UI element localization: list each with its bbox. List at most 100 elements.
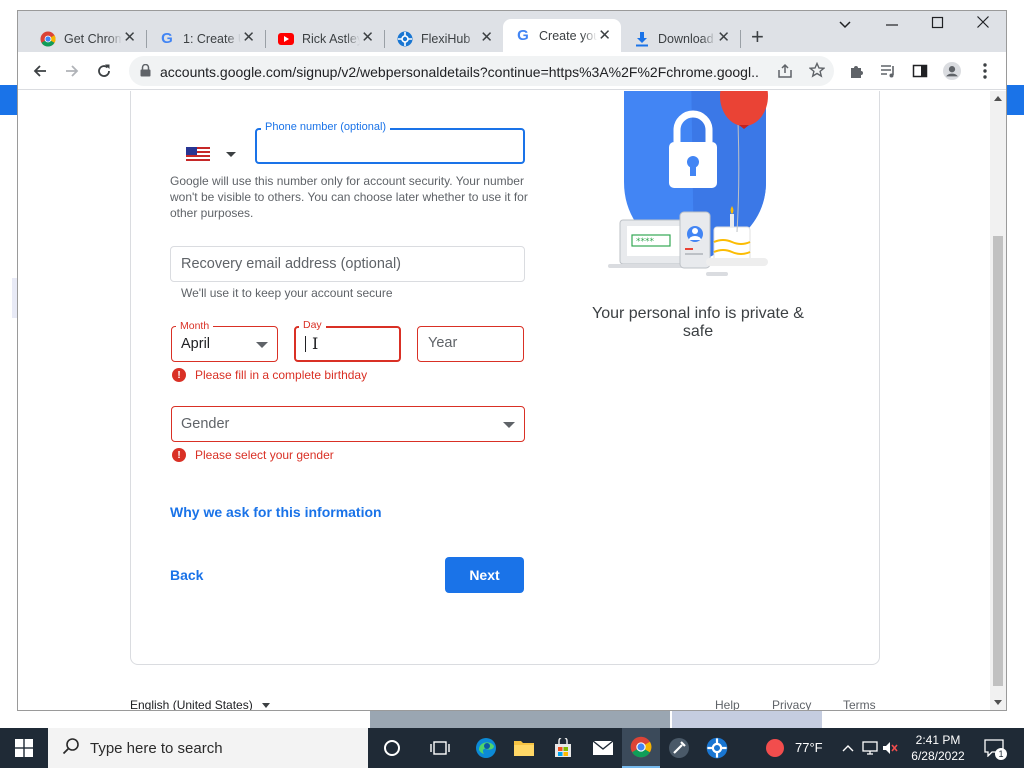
day-field[interactable]: Day I xyxy=(294,319,401,362)
url-text[interactable]: accounts.google.com/signup/v2/webpersona… xyxy=(160,64,760,80)
flexihub-taskbar-icon[interactable] xyxy=(705,736,729,760)
i-beam-cursor-icon: I xyxy=(312,334,319,353)
clock-time: 2:41 PM xyxy=(915,733,961,747)
address-bar[interactable]: accounts.google.com/signup/v2/webpersona… xyxy=(129,56,834,86)
side-panel-icon[interactable] xyxy=(911,62,929,80)
windows-start-icon[interactable] xyxy=(12,736,36,760)
back-arrow-icon[interactable] xyxy=(30,61,50,81)
maximize-button[interactable] xyxy=(931,15,945,33)
tab-download[interactable]: Download ✕ xyxy=(622,25,740,52)
cortana-icon[interactable] xyxy=(380,736,404,760)
page-scrollbar[interactable] xyxy=(990,91,1006,710)
share-icon[interactable] xyxy=(777,63,793,84)
language-selector[interactable]: English (United States) xyxy=(130,698,271,711)
profile-avatar-icon[interactable] xyxy=(943,62,961,80)
close-tab-icon[interactable]: ✕ xyxy=(717,30,730,46)
signup-card: Phone number (optional) Google will use … xyxy=(130,91,880,665)
tab-title: FlexiHub xyxy=(421,31,471,46)
close-tab-icon[interactable]: ✕ xyxy=(480,30,493,46)
back-button[interactable]: Back xyxy=(170,567,203,583)
language-label: English (United States) xyxy=(130,698,253,711)
youtube-icon xyxy=(278,31,294,47)
month-dropdown-icon xyxy=(256,342,268,348)
country-selector[interactable] xyxy=(186,147,236,163)
tab-title: Get Chrome xyxy=(64,31,122,46)
svg-text:****: **** xyxy=(636,237,655,247)
minimize-button[interactable] xyxy=(885,15,899,33)
task-view-icon[interactable] xyxy=(428,736,452,760)
tab-title: Download xyxy=(658,31,714,46)
recovery-email-field[interactable]: Recovery email address (optional) xyxy=(170,246,525,282)
volume-muted-icon[interactable] xyxy=(878,736,902,760)
gender-error: ! Please select your gender xyxy=(172,448,334,462)
lock-icon[interactable] xyxy=(140,63,151,82)
birthday-error: ! Please fill in a complete birthday xyxy=(172,368,367,382)
tab-get-chrome[interactable]: Get Chrome ✕ xyxy=(28,25,146,52)
why-we-ask-link[interactable]: Why we ask for this information xyxy=(170,504,382,520)
close-tab-icon[interactable]: ✕ xyxy=(361,30,374,46)
download-icon xyxy=(634,31,650,47)
year-field[interactable]: Year xyxy=(417,326,524,362)
recovery-email-placeholder: Recovery email address (optional) xyxy=(181,256,402,272)
tab-flexihub[interactable]: FlexiHub ✕ xyxy=(385,25,503,52)
close-tab-icon[interactable]: ✕ xyxy=(598,28,611,44)
close-tab-icon[interactable]: ✕ xyxy=(242,30,255,46)
month-select[interactable]: Month April xyxy=(171,320,278,362)
media-control-icon[interactable] xyxy=(879,62,897,80)
illustration-caption: Your personal info is private & safe xyxy=(592,305,804,340)
extensions-puzzle-icon[interactable] xyxy=(847,62,865,80)
next-button[interactable]: Next xyxy=(445,557,524,593)
new-tab-button[interactable]: + xyxy=(751,26,764,48)
mail-icon[interactable] xyxy=(591,736,615,760)
text-cursor xyxy=(305,336,306,352)
chrome-icon xyxy=(40,31,56,47)
phone-number-field[interactable]: Phone number (optional) xyxy=(255,121,525,164)
bookmark-star-icon[interactable] xyxy=(808,61,826,83)
background-window-accent xyxy=(0,85,17,115)
phone-number-label: Phone number (optional) xyxy=(261,121,391,133)
tools-app-icon[interactable] xyxy=(667,736,691,760)
notification-center-icon[interactable]: 1 xyxy=(982,736,1007,760)
footer-terms-link[interactable]: Terms xyxy=(843,698,876,710)
reload-icon[interactable] xyxy=(94,61,114,81)
scroll-down-arrow-icon[interactable] xyxy=(994,700,1002,705)
scrollbar-thumb[interactable] xyxy=(993,236,1003,686)
footer-help-link[interactable]: Help xyxy=(715,698,740,710)
tab-title: Create your xyxy=(539,28,597,43)
notification-count-badge: 1 xyxy=(995,748,1007,760)
tab-create-account-1[interactable]: G 1: Create U ✕ xyxy=(147,25,265,52)
day-label: Day xyxy=(299,319,326,331)
clock-date: 6/28/2022 xyxy=(911,749,965,763)
gender-error-text: Please select your gender xyxy=(195,448,334,462)
kebab-menu-icon[interactable] xyxy=(976,62,994,80)
weather-temperature[interactable]: 77°F xyxy=(795,740,823,755)
close-window-button[interactable] xyxy=(976,15,990,33)
browser-toolbar: accounts.google.com/signup/v2/webpersona… xyxy=(18,52,1006,90)
edge-icon[interactable] xyxy=(474,736,498,760)
year-placeholder: Year xyxy=(428,335,458,351)
search-placeholder: Type here to search xyxy=(90,739,223,757)
file-explorer-icon[interactable] xyxy=(512,736,536,760)
chrome-taskbar-button[interactable] xyxy=(622,728,660,768)
chrome-icon xyxy=(630,736,652,763)
phone-help-text: Google will use this number only for acc… xyxy=(170,174,528,220)
shield-lock-illustration-icon: **** xyxy=(608,91,768,276)
tab-youtube[interactable]: Rick Astley ✕ xyxy=(266,25,384,52)
tab-create-account-active[interactable]: G Create your ✕ xyxy=(503,19,621,52)
taskbar-clock[interactable]: 2:41 PM 6/28/2022 xyxy=(900,732,976,764)
footer-privacy-link[interactable]: Privacy xyxy=(772,698,811,710)
forward-arrow-icon[interactable] xyxy=(62,61,82,81)
scroll-up-arrow-icon[interactable] xyxy=(994,96,1002,101)
close-tab-icon[interactable]: ✕ xyxy=(123,30,136,46)
tab-title: 1: Create U xyxy=(183,31,241,46)
tab-search-icon[interactable] xyxy=(838,17,852,35)
error-icon: ! xyxy=(172,448,186,462)
recovery-email-help: We'll use it to keep your account secure xyxy=(181,286,393,300)
weather-icon[interactable] xyxy=(763,736,787,760)
taskbar-search-box[interactable]: Type here to search xyxy=(48,728,368,768)
gender-select[interactable]: Gender xyxy=(171,406,525,442)
windows-taskbar: Type here to search 77°F 2:41 PM 6/28/20… xyxy=(0,728,1024,768)
microsoft-store-icon[interactable] xyxy=(551,736,575,760)
language-dropdown-icon xyxy=(262,703,271,709)
show-hidden-icons-chevron-icon[interactable] xyxy=(836,736,860,760)
